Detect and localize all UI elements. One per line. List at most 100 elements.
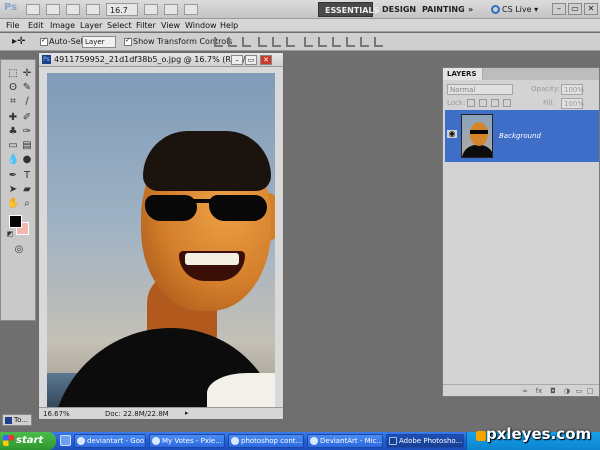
quick-mask-icon[interactable]: ◎ bbox=[13, 244, 25, 256]
gradient-tool-icon[interactable]: ▤ bbox=[21, 140, 33, 152]
document-restore-button[interactable]: ▭ bbox=[245, 55, 257, 65]
image-canvas[interactable] bbox=[47, 73, 275, 409]
zoom-level-select[interactable]: 16.7 bbox=[106, 3, 138, 16]
eraser-tool-icon[interactable]: ▭ bbox=[7, 140, 19, 152]
align-right-icon[interactable] bbox=[286, 37, 295, 47]
status-menu-arrow-icon[interactable]: ▸ bbox=[185, 409, 189, 417]
layer-visibility-eye-icon[interactable]: ◉ bbox=[447, 130, 457, 138]
quick-launch-ie-icon[interactable] bbox=[60, 435, 71, 446]
distribute-bottom-icon[interactable] bbox=[332, 37, 341, 47]
spot-healing-tool-icon[interactable]: ✚ bbox=[7, 112, 19, 124]
hand-tool-icon[interactable]: ✋ bbox=[7, 198, 19, 210]
lock-transparency-icon[interactable] bbox=[467, 99, 475, 107]
distribute-horizontal-icon[interactable] bbox=[360, 37, 369, 47]
shape-tool-icon[interactable]: ▰ bbox=[21, 184, 33, 196]
menu-help[interactable]: Help bbox=[220, 21, 238, 30]
taskbar-item-deviantart[interactable]: DeviantArt - Mic... bbox=[307, 434, 383, 448]
blend-mode-select[interactable]: Normal bbox=[447, 84, 513, 95]
grid-view-icon[interactable] bbox=[66, 4, 80, 15]
menu-file[interactable]: File bbox=[6, 21, 19, 30]
distribute-left-icon[interactable] bbox=[346, 37, 355, 47]
app-minimize-button[interactable]: – bbox=[552, 3, 566, 15]
minimized-document-tab[interactable]: To... bbox=[2, 414, 32, 426]
start-button[interactable]: start bbox=[0, 432, 56, 450]
opacity-input[interactable]: 100% bbox=[561, 84, 584, 95]
fill-input[interactable]: 100% bbox=[561, 98, 584, 109]
arrange-documents-icon[interactable] bbox=[86, 4, 100, 15]
marquee-tool-icon[interactable]: ⬚ bbox=[7, 68, 19, 80]
screen-mode-icon[interactable] bbox=[184, 4, 198, 15]
type-tool-icon[interactable]: T bbox=[21, 170, 33, 182]
lasso-tool-icon[interactable]: ʘ bbox=[7, 82, 19, 94]
layer-row-background[interactable]: ◉ Background bbox=[445, 110, 599, 162]
layers-tab[interactable]: LAYERS bbox=[443, 68, 483, 80]
document-window[interactable]: Ps 4911759952_21d1df38b5_o.jpg @ 16.7% (… bbox=[38, 52, 284, 420]
auto-select-checkbox[interactable] bbox=[40, 36, 48, 46]
new-group-icon[interactable]: ▭ bbox=[575, 387, 583, 395]
layer-style-icon[interactable]: fx bbox=[535, 387, 543, 395]
menu-view[interactable]: View bbox=[161, 21, 180, 30]
thumbnail-shirt bbox=[462, 145, 492, 157]
cs-live-button[interactable]: CS Live ▾ bbox=[488, 2, 546, 17]
document-zoom-level[interactable]: 16.67% bbox=[43, 410, 70, 418]
menu-select[interactable]: Select bbox=[107, 21, 132, 30]
auto-select-target-select[interactable]: Layer bbox=[82, 36, 116, 48]
crop-tool-icon[interactable]: ⌗ bbox=[7, 96, 19, 108]
workspace-more-button[interactable]: » bbox=[462, 2, 480, 17]
lock-all-icon[interactable] bbox=[503, 99, 511, 107]
new-layer-icon[interactable]: □ bbox=[586, 387, 594, 395]
taskbar-item-photoshop-contest[interactable]: photoshop cont... bbox=[228, 434, 304, 448]
menu-window[interactable]: Window bbox=[185, 21, 217, 30]
foreground-color-swatch[interactable] bbox=[9, 215, 22, 228]
distribute-top-icon[interactable] bbox=[304, 37, 313, 47]
eyedropper-tool-icon[interactable]: ∕ bbox=[21, 96, 33, 108]
photoshop-logo: Ps bbox=[4, 2, 18, 13]
taskbar-item-deviantart-google[interactable]: deviantart - Goo... bbox=[74, 434, 146, 448]
link-layers-icon[interactable]: ∞ bbox=[521, 387, 529, 395]
default-colors-icon[interactable]: ◩ bbox=[4, 228, 16, 240]
workspace-painting-button[interactable]: PAINTING bbox=[416, 2, 465, 17]
document-minimize-button[interactable]: – bbox=[231, 55, 243, 65]
menu-image[interactable]: Image bbox=[50, 21, 75, 30]
app-restore-button[interactable]: ▭ bbox=[568, 3, 582, 15]
align-left-icon[interactable] bbox=[258, 37, 267, 47]
rotate-view-icon[interactable] bbox=[164, 4, 178, 15]
layer-mask-icon[interactable]: ◘ bbox=[549, 387, 557, 395]
clone-stamp-tool-icon[interactable]: ♣ bbox=[7, 126, 19, 138]
document-close-button[interactable]: ✕ bbox=[260, 55, 272, 65]
pen-tool-icon[interactable]: ✒ bbox=[7, 170, 19, 182]
show-transform-controls-checkbox[interactable] bbox=[124, 36, 132, 46]
adjustment-layer-icon[interactable]: ◑ bbox=[563, 387, 571, 395]
align-top-icon[interactable] bbox=[214, 37, 223, 47]
mini-bridge-icon[interactable] bbox=[46, 4, 60, 15]
distribute-center-icon[interactable] bbox=[318, 37, 327, 47]
workspace-essentials-button[interactable]: ESSENTIALS bbox=[318, 2, 379, 17]
path-selection-tool-icon[interactable]: ➤ bbox=[7, 184, 19, 196]
taskbar-item-adobe-photoshop[interactable]: Adobe Photosho... bbox=[386, 434, 464, 448]
align-bottom-icon[interactable] bbox=[242, 37, 251, 47]
document-title-bar[interactable]: Ps 4911759952_21d1df38b5_o.jpg @ 16.7% (… bbox=[39, 53, 283, 67]
menu-filter[interactable]: Filter bbox=[136, 21, 156, 30]
lock-pixels-icon[interactable] bbox=[479, 99, 487, 107]
hand-tool-icon[interactable] bbox=[144, 4, 158, 15]
lock-position-icon[interactable] bbox=[491, 99, 499, 107]
distribute-right-icon[interactable] bbox=[374, 37, 383, 47]
bridge-icon[interactable] bbox=[26, 4, 40, 15]
dodge-tool-icon[interactable]: ● bbox=[21, 154, 33, 166]
move-tool-preset-icon[interactable]: ▸✛ bbox=[12, 36, 34, 48]
menu-layer[interactable]: Layer bbox=[80, 21, 102, 30]
brush-tool-icon[interactable]: ✐ bbox=[21, 112, 33, 124]
app-close-button[interactable]: ✕ bbox=[584, 3, 598, 15]
move-tool-icon[interactable]: ✛ bbox=[21, 68, 33, 80]
zoom-tool-icon[interactable]: ⌕ bbox=[21, 198, 33, 210]
photoshop-document-icon bbox=[5, 417, 12, 424]
start-label: start bbox=[16, 435, 44, 446]
blur-tool-icon[interactable]: 💧 bbox=[7, 154, 19, 166]
taskbar-item-my-votes[interactable]: My Votes - Pxle... bbox=[149, 434, 225, 448]
align-horizontal-center-icon[interactable] bbox=[272, 37, 281, 47]
workspace-design-button[interactable]: DESIGN bbox=[376, 2, 416, 17]
menu-edit[interactable]: Edit bbox=[28, 21, 44, 30]
history-brush-tool-icon[interactable]: ✑ bbox=[21, 126, 33, 138]
quick-selection-tool-icon[interactable]: ✎ bbox=[21, 82, 33, 94]
align-vertical-center-icon[interactable] bbox=[228, 37, 237, 47]
